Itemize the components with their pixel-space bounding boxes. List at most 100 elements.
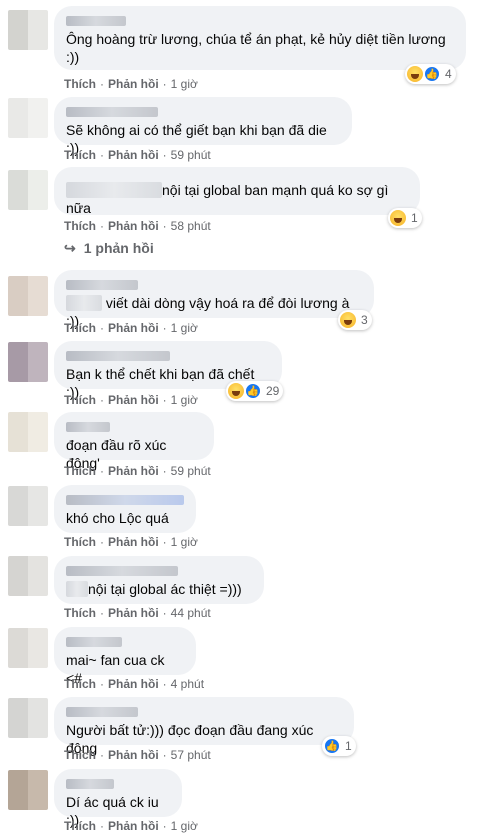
author-name-blurred[interactable] (66, 637, 122, 647)
comment-text: nội tại global ác thiệt =))) (66, 580, 252, 598)
comment-time[interactable]: 1 giờ (171, 321, 198, 335)
comment-actions: Thích · Phản hồi · 58 phút (64, 219, 211, 233)
comment-actions: Thích · Phản hồi · 1 giờ (64, 819, 198, 833)
reply-link[interactable]: Phản hồi (108, 535, 159, 549)
comment-bubble: Ông hoàng trừ lương, chúa tể án phạt, kẻ… (54, 6, 466, 70)
avatar[interactable] (8, 698, 48, 738)
avatar[interactable] (8, 10, 48, 50)
like-icon: 👍 (245, 383, 261, 399)
reply-arrow-icon: ↪ (64, 240, 76, 256)
reaction-count: 29 (266, 384, 280, 398)
comment-actions: Thích · Phản hồi · 1 giờ (64, 393, 198, 407)
comment-bubble: viết dài dòng vậy hoá ra để đòi lương à … (54, 270, 374, 329)
comment-text: Ông hoàng trừ lương, chúa tể án phạt, kẻ… (66, 31, 446, 65)
comment-time[interactable]: 1 giờ (171, 535, 198, 549)
like-link[interactable]: Thích (64, 535, 96, 549)
comment-actions: Thích · Phản hồi · 4 phút (64, 677, 205, 691)
comment-bubble: Dí ác quá ck iu :)) (54, 769, 182, 828)
reaction-summary[interactable]: 👍 1 (322, 736, 356, 756)
comment-actions: Thích · Phản hồi · 1 giờ (64, 77, 198, 91)
avatar[interactable] (8, 170, 48, 210)
author-name-blurred[interactable] (66, 16, 126, 26)
reply-link[interactable]: Phản hồi (108, 748, 159, 762)
comment-time[interactable]: 59 phút (171, 464, 211, 478)
author-name-blurred[interactable] (66, 581, 88, 597)
author-name-blurred[interactable] (66, 779, 114, 789)
comment-bubble: Người bất tử:))) đọc đoạn đầu đang xúc đ… (54, 697, 354, 756)
author-name-blurred[interactable] (66, 707, 138, 717)
reaction-count: 4 (445, 67, 452, 81)
like-link[interactable]: Thích (64, 677, 96, 691)
avatar[interactable] (8, 628, 48, 668)
comment-bubble: khó cho Lộc quá (54, 485, 196, 533)
author-name-blurred[interactable] (66, 495, 184, 505)
haha-emoji-icon (340, 312, 356, 328)
reaction-count: 1 (411, 211, 418, 225)
haha-emoji-icon (407, 66, 423, 82)
comment-actions: Thích · Phản hồi · 1 giờ (64, 321, 198, 335)
like-link[interactable]: Thích (64, 393, 96, 407)
like-link[interactable]: Thích (64, 321, 96, 335)
like-link[interactable]: Thích (64, 148, 96, 162)
author-name-blurred[interactable] (66, 351, 170, 361)
reply-link[interactable]: Phản hồi (108, 219, 159, 233)
view-replies-link[interactable]: ↪ 1 phản hồi (64, 240, 154, 257)
avatar[interactable] (8, 556, 48, 596)
like-link[interactable]: Thích (64, 77, 96, 91)
author-name-blurred[interactable] (66, 107, 158, 117)
avatar[interactable] (8, 770, 48, 810)
comment-time[interactable]: 1 giờ (171, 77, 198, 91)
reply-link[interactable]: Phản hồi (108, 606, 159, 620)
reply-link[interactable]: Phản hồi (108, 148, 159, 162)
reply-link[interactable]: Phản hồi (108, 393, 159, 407)
author-name-blurred[interactable] (66, 422, 110, 432)
comment-actions: Thích · Phản hồi · 1 giờ (64, 535, 198, 549)
comment-bubble: nội tại global ác thiệt =))) (54, 556, 264, 604)
comment-actions: Thích · Phản hồi · 59 phút (64, 464, 211, 478)
reaction-summary[interactable]: 3 (338, 310, 372, 330)
comment-time[interactable]: 44 phút (171, 606, 211, 620)
comment-time[interactable]: 57 phút (171, 748, 211, 762)
like-link[interactable]: Thích (64, 748, 96, 762)
comment-time[interactable]: 58 phút (171, 219, 211, 233)
avatar[interactable] (8, 276, 48, 316)
like-icon: 👍 (324, 738, 340, 754)
comment-actions: Thích · Phản hồi · 57 phút (64, 748, 211, 762)
avatar[interactable] (8, 412, 48, 452)
comment-time[interactable]: 59 phút (171, 148, 211, 162)
avatar[interactable] (8, 342, 48, 382)
author-name-blurred[interactable] (66, 295, 102, 311)
comment-bubble: nội tại global ban mạnh quá ko sợ gì nữa (54, 167, 420, 216)
like-link[interactable]: Thích (64, 819, 96, 833)
comment-actions: Thích · Phản hồi · 59 phút (64, 148, 211, 162)
reaction-summary[interactable]: 👍 4 (405, 64, 456, 84)
like-link[interactable]: Thích (64, 219, 96, 233)
reaction-count: 1 (345, 739, 352, 753)
comment-bubble: đoạn đầu rõ xúc động' (54, 412, 214, 471)
like-icon: 👍 (424, 66, 440, 82)
author-name-blurred[interactable] (66, 280, 138, 290)
reaction-summary[interactable]: 👍 29 (226, 381, 284, 401)
reply-link[interactable]: Phản hồi (108, 819, 159, 833)
comment-time[interactable]: 1 giờ (171, 819, 198, 833)
comment-time[interactable]: 4 phút (171, 677, 204, 691)
author-name-blurred[interactable] (66, 566, 178, 576)
reply-link[interactable]: Phản hồi (108, 464, 159, 478)
avatar[interactable] (8, 486, 48, 526)
comment-text: nội tại global ban mạnh quá ko sợ gì nữa (66, 182, 393, 216)
like-link[interactable]: Thích (64, 464, 96, 478)
haha-emoji-icon (228, 383, 244, 399)
reply-link[interactable]: Phản hồi (108, 77, 159, 91)
reaction-summary[interactable]: 1 (388, 208, 422, 228)
reply-link[interactable]: Phản hồi (108, 677, 159, 691)
like-link[interactable]: Thích (64, 606, 96, 620)
comment-actions: Thích · Phản hồi · 44 phút (64, 606, 211, 620)
avatar[interactable] (8, 98, 48, 138)
comment-time[interactable]: 1 giờ (171, 393, 198, 407)
comment-bubble: Sẽ không ai có thể giết bạn khi bạn đã d… (54, 97, 352, 156)
author-name-blurred[interactable] (66, 182, 162, 198)
comment-text: khó cho Lộc quá (66, 510, 169, 526)
reaction-count: 3 (361, 313, 368, 327)
comment-bubble: mai~ fan cua ck <# (54, 627, 196, 686)
reply-link[interactable]: Phản hồi (108, 321, 159, 335)
